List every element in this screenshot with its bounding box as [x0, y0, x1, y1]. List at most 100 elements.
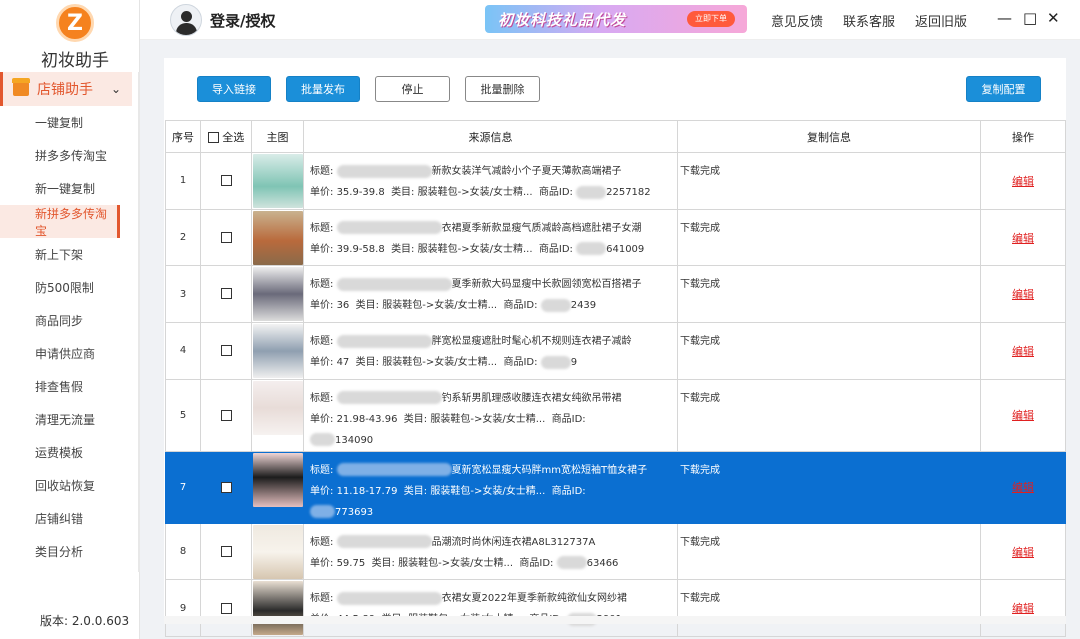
table-row[interactable]: 9 标题: 衣裙女夏2022年夏季新款纯欲仙女网纱裙单价: 44.5-89 类目:… [165, 579, 1066, 638]
product-title: 胖宽松显瘦遮肚时髦心机不规则连衣裙子减龄 [431, 336, 632, 348]
title-prefix: 标题: [310, 593, 334, 605]
batch-publish-button[interactable]: 批量发布 [286, 76, 360, 102]
sidebar-item[interactable]: 新一键复制 [0, 172, 120, 205]
table-row[interactable]: 2 标题: 衣裙夏季新款显瘦气质减龄高档遮肚裙子女潮 单价: 39.9-58.8 类… [165, 208, 1066, 267]
row-checkbox[interactable] [220, 175, 232, 187]
price-prefix: 单价: [310, 243, 334, 255]
copy-status: 下载完成 [680, 166, 720, 177]
row-checkbox[interactable] [220, 288, 232, 300]
sidebar-item[interactable]: 店铺纠错 [0, 502, 120, 535]
sidebar: Z 初妆助手 店铺助手 ⌄ 一键复制 拼多多传淘宝 新一键复制 新拼多多传淘宝 新上下架… [0, 0, 142, 639]
row-index: 5 [165, 378, 201, 452]
sidebar-item[interactable]: 商品同步 [0, 304, 120, 337]
back-to-old-version-link[interactable]: 返回旧版 [915, 11, 967, 30]
sidebar-item[interactable]: 一键复制 [0, 106, 120, 139]
sidebar-item[interactable]: 申请供应商 [0, 337, 120, 370]
edit-link[interactable]: 编辑 [1012, 345, 1034, 358]
maximize-icon[interactable]: □ [1023, 9, 1037, 27]
row-copy-info: 下载完成 [677, 322, 981, 380]
row-checkbox[interactable] [220, 345, 232, 357]
header-select-all[interactable]: 全选 [200, 120, 252, 153]
table-row[interactable]: 4 标题: 胖宽松显瘦遮肚时髦心机不规则连衣裙子减龄 单价: 47 类目: 服装鞋包… [165, 322, 1066, 380]
row-select-cell[interactable] [200, 208, 252, 267]
minimize-icon[interactable]: — [997, 9, 1012, 27]
id-prefix: 商品ID: [551, 485, 586, 497]
edit-link[interactable]: 编辑 [1012, 175, 1034, 188]
select-all-checkbox[interactable] [207, 132, 219, 143]
sidebar-item[interactable]: 新上下架 [0, 238, 120, 271]
sidebar-item[interactable]: 类目分析 [0, 535, 120, 568]
row-checkbox[interactable] [220, 602, 232, 614]
edit-link[interactable]: 编辑 [1012, 288, 1034, 301]
sidebar-group-store-assistant[interactable]: 店铺助手 ⌄ [0, 72, 132, 106]
copy-config-button[interactable]: 复制配置 [966, 76, 1041, 102]
login-link[interactable]: 登录/授权 [210, 10, 275, 31]
row-copy-info: 下载完成 [677, 265, 981, 324]
close-icon[interactable]: ✕ [1047, 9, 1060, 27]
redacted-title [336, 164, 432, 178]
batch-delete-button[interactable]: 批量删除 [465, 76, 540, 102]
select-all-label: 全选 [222, 130, 245, 144]
row-select-cell[interactable] [200, 378, 252, 452]
sidebar-item[interactable]: 拼多多传淘宝 [0, 139, 120, 172]
contact-support-link[interactable]: 联系客服 [843, 11, 895, 30]
sidebar-item[interactable]: 回收站恢复 [0, 469, 120, 502]
sidebar-item[interactable]: 清理无流量 [0, 403, 120, 436]
row-checkbox[interactable] [220, 231, 232, 243]
row-select-cell[interactable] [200, 322, 252, 380]
promo-banner[interactable]: 初妆科技礼品代发 立即下单 [485, 5, 747, 33]
sidebar-item[interactable]: 防500限制 [0, 271, 120, 304]
category-prefix: 类目: [355, 300, 380, 312]
banner-order-button[interactable]: 立即下单 [687, 11, 735, 27]
product-title: 品潮流时尚休闲连衣裙A8L312737A [431, 536, 596, 548]
table-row[interactable]: 1 标题: 新款女装洋气减龄小个子夏天薄款高端裙子 单价: 35.9-39.8 类目… [165, 152, 1066, 210]
edit-link[interactable]: 编辑 [1012, 546, 1034, 559]
user-avatar-icon[interactable] [170, 4, 202, 36]
table-row[interactable]: 5 标题: 钓系斩男肌理感收腰连衣裙女纯欲吊带裙 单价: 21.98-43.96 类… [165, 378, 1066, 452]
redacted-id [310, 505, 335, 519]
horizontal-scrollbar[interactable] [164, 616, 1066, 624]
table-row[interactable]: 8 标题: 品潮流时尚休闲连衣裙A8L312737A 单价: 59.75 类目: 服… [165, 522, 1066, 581]
version-label: 版本: 2.0.0.603 [40, 614, 130, 628]
copy-status: 下载完成 [680, 222, 720, 234]
table-row[interactable]: 7 标题: 夏新宽松显瘦大码胖mm宽松短袖T恤女裙子 单价: 11.18-17.79… [165, 450, 1066, 524]
product-title: 夏季新款大码显瘦中长款圆领宽松百搭裙子 [451, 279, 642, 291]
product-title: 钓系斩男肌理感收腰连衣裙女纯欲吊带裙 [441, 392, 622, 404]
row-select-cell[interactable] [200, 522, 252, 581]
edit-link[interactable]: 编辑 [1012, 481, 1034, 494]
row-checkbox[interactable] [220, 545, 232, 557]
row-select-cell[interactable] [200, 450, 252, 524]
row-checkbox[interactable] [220, 481, 232, 493]
edit-link[interactable]: 编辑 [1012, 602, 1034, 615]
row-image-cell [251, 522, 304, 581]
product-thumbnail [252, 380, 303, 435]
table-row[interactable]: 3 标题: 夏季新款大码显瘦中长款圆领宽松百搭裙子 单价: 36 类目: 服装鞋包-… [165, 265, 1066, 324]
app-name: 初妆助手 [41, 51, 109, 71]
row-action-cell: 编辑 [980, 522, 1066, 581]
row-select-cell[interactable] [200, 152, 252, 210]
stop-button[interactable]: 停止 [375, 76, 450, 102]
title-prefix: 标题: [310, 166, 334, 177]
redacted-title [336, 463, 452, 477]
edit-link[interactable]: 编辑 [1012, 232, 1034, 245]
row-source-info: 标题: 夏季新款大码显瘦中长款圆领宽松百搭裙子 单价: 36 类目: 服装鞋包->… [303, 265, 678, 324]
table-header-row: 序号 全选 主图 来源信息 复制信息 操作 [165, 120, 1066, 153]
sidebar-item[interactable]: 排查售假 [0, 370, 120, 403]
import-links-button[interactable]: 导入链接 [197, 76, 271, 102]
product-thumbnail [252, 324, 303, 379]
row-image-cell [251, 322, 304, 380]
edit-link[interactable]: 编辑 [1012, 409, 1034, 422]
row-checkbox[interactable] [220, 409, 232, 421]
sidebar-group-label: 店铺助手 [37, 82, 93, 98]
feedback-link[interactable]: 意见反馈 [771, 11, 823, 30]
sidebar-item[interactable]: 运费模板 [0, 436, 120, 469]
header-copy-info: 复制信息 [677, 120, 981, 153]
sidebar-item[interactable]: 新拼多多传淘宝 [0, 205, 120, 238]
row-select-cell[interactable] [200, 579, 252, 638]
product-id: 641009 [606, 243, 645, 255]
row-select-cell[interactable] [200, 265, 252, 324]
category-prefix: 类目: [391, 187, 415, 198]
redacted-title [336, 591, 442, 605]
price-prefix: 单价: [310, 557, 334, 569]
product-thumbnail [252, 210, 303, 265]
